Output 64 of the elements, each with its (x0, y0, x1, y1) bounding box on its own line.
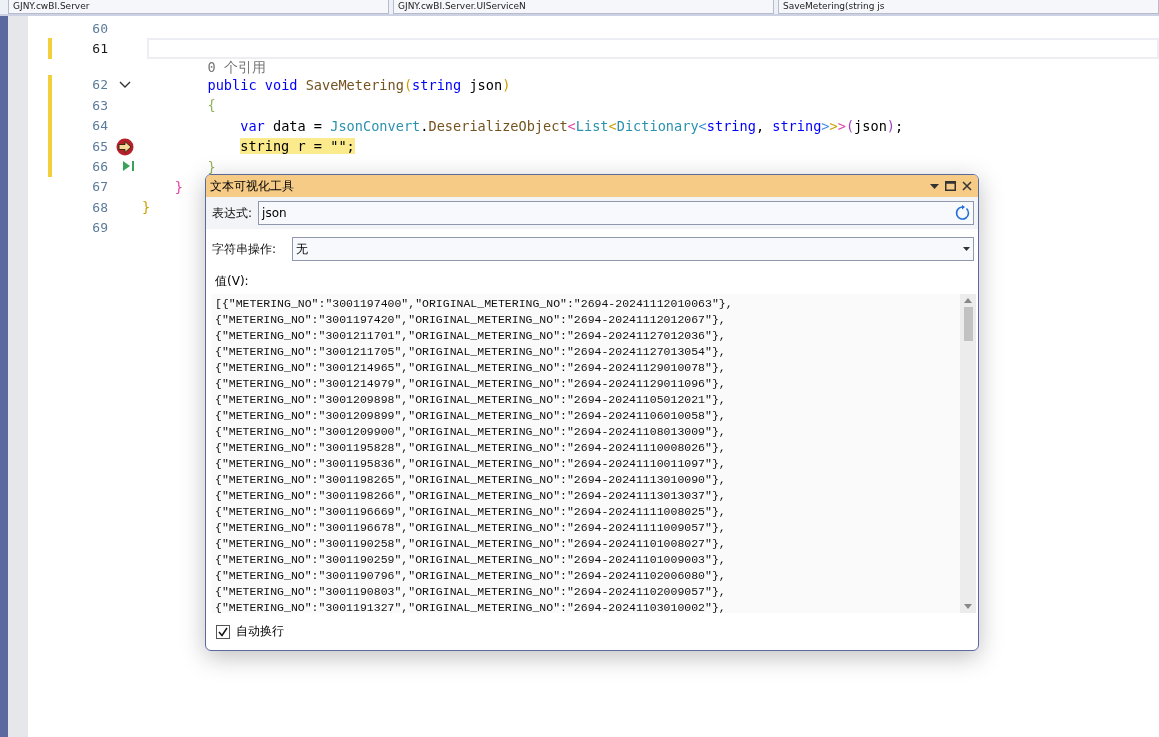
close-icon[interactable] (962, 181, 972, 191)
code-token: } (142, 199, 151, 216)
line-number: 68 (91, 199, 108, 215)
code-token: } (174, 178, 183, 195)
field-label: 字符串操作: (212, 240, 277, 258)
string-operation-dropdown[interactable]: 无 (292, 237, 974, 261)
scroll-up-icon[interactable] (964, 298, 972, 303)
code-token: JsonConvert (330, 117, 421, 134)
code-token: json (469, 76, 503, 93)
reference-count[interactable]: 0 个引用 (142, 58, 1159, 77)
line-number: 69 (91, 220, 108, 236)
expression-field[interactable]: json (258, 201, 974, 225)
code-token: json (854, 117, 887, 134)
line-number: 66 (91, 159, 108, 175)
code-token: string (772, 117, 822, 134)
scroll-down-icon[interactable] (964, 604, 972, 609)
code-token: < (698, 117, 707, 134)
value-label: 值(V): (215, 274, 249, 288)
code-token: ; (895, 117, 904, 134)
code-token: , (755, 117, 765, 134)
code-token: ( (845, 117, 855, 134)
maximize-icon[interactable] (945, 181, 956, 191)
code-token: Dictionary (616, 117, 699, 134)
code-token: List (575, 117, 609, 134)
dropdown-icon[interactable] (963, 247, 970, 251)
code-token: string (412, 76, 462, 93)
code-token: string r = ""; (240, 138, 355, 155)
window-title: 文本可视化工具 (210, 177, 295, 195)
code-token: > (829, 117, 838, 134)
code-token: < (608, 117, 617, 134)
code-token: ) (502, 76, 511, 93)
code-token: . (420, 117, 429, 134)
line-number: 64 (91, 118, 108, 134)
line-number: 65 (91, 138, 108, 154)
code-token: > (837, 117, 846, 134)
refresh-icon[interactable] (954, 205, 970, 221)
code-token: } (207, 158, 216, 175)
code-token: SaveMetering (305, 76, 404, 93)
chevron-icon[interactable] (119, 80, 131, 89)
scroll-thumb[interactable] (963, 307, 973, 341)
line-number: 61 (91, 41, 108, 57)
code-token: DeserializeObject (428, 117, 568, 134)
navigation-dropdown[interactable]: GJNY.cwBI.Server.UIServiceN (393, 0, 774, 14)
code-token: > (821, 117, 830, 134)
navigation-dropdown[interactable]: GJNY.cwBI.Server (8, 0, 389, 14)
code-token: data = (272, 117, 323, 134)
code-token: string (706, 117, 756, 134)
field-label: 表达式: (212, 204, 253, 222)
checkbox-label[interactable]: 自动换行 (236, 623, 284, 640)
code-token: public void (207, 76, 298, 93)
run-to-click-icon[interactable] (123, 161, 135, 172)
code-token: ( (403, 76, 413, 93)
code-token: var (240, 117, 265, 134)
scrollbar[interactable] (960, 294, 976, 613)
checkbox[interactable] (216, 624, 230, 639)
dropdown-icon[interactable] (930, 183, 939, 189)
code-token: { (207, 97, 216, 114)
code-token: ) (886, 117, 896, 134)
navigation-dropdown[interactable]: SaveMetering(string js (778, 0, 1159, 14)
line-number: 63 (91, 97, 108, 113)
code-token: < (567, 117, 576, 134)
line-number: 67 (91, 179, 108, 195)
line-number: 60 (91, 20, 108, 36)
line-number: 62 (91, 77, 108, 93)
